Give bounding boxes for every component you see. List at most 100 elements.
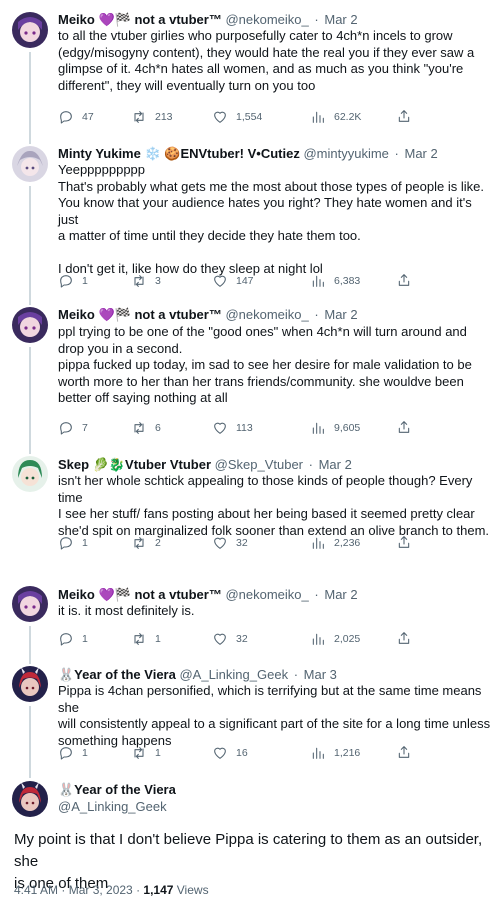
heart-icon [214,111,226,123]
retweet-icon [134,747,144,759]
tweet-header: Minty Yukime ❄️ 🍪ENVtuber! V•Cutiez @min… [58,146,438,161]
avatar[interactable] [12,12,48,48]
tweet-date[interactable]: Mar 3 [304,667,337,682]
tweet-text: ppl trying to be one of the "good ones" … [58,324,472,405]
views-button[interactable]: 6,383 [310,272,360,290]
retweet-button[interactable]: 1 [131,744,161,762]
tweet-timestamp[interactable]: 4:41 AM · Mar 3, 2023 · [14,883,143,897]
retweet-button[interactable]: 1 [131,630,161,648]
thread-line [29,706,31,770]
tweet-0[interactable]: Meiko 💜🏁 not a vtuber™ @nekomeiko_ · Mar… [0,0,499,140]
tweet-date[interactable]: Mar 2 [319,457,352,472]
thread-line [29,186,31,300]
tweet-header: Meiko 💜🏁 not a vtuber™ @nekomeiko_ · Mar… [58,587,358,602]
share-button[interactable] [396,630,412,646]
views-chart-icon [312,422,324,434]
heart-icon [214,747,226,759]
reply-icon [60,633,72,646]
avatar[interactable] [12,781,48,817]
views-button[interactable]: 2,025 [310,630,360,648]
views-button[interactable]: 62.2K [310,108,361,126]
retweet-button[interactable]: 6 [131,419,161,437]
user-handle[interactable]: @nekomeiko_ [225,587,308,602]
reply-button[interactable]: 7 [58,419,88,437]
share-icon [398,421,410,433]
user-handle[interactable]: @Skep_Vtuber [215,457,303,472]
avatar[interactable] [12,307,48,343]
share-button[interactable] [396,419,412,435]
like-button[interactable]: 32 [212,630,248,648]
reply-icon [60,422,72,435]
heart-icon [214,275,226,287]
thread-line [29,626,31,660]
tweet-header: Skep 🥬🐉Vtuber Vtuber @Skep_Vtuber · Mar … [58,457,352,472]
action-bar: 7 6 113 9,605 [58,419,418,437]
views-chart-icon [312,537,324,549]
like-button[interactable]: 16 [212,744,248,762]
views-count: 1,147 [143,883,174,897]
user-handle[interactable]: @A_Linking_Geek [58,798,167,816]
retweet-button[interactable]: 213 [131,108,173,126]
thread-line [29,140,31,144]
share-icon [398,274,410,286]
display-name[interactable]: Meiko 💜🏁 not a vtuber™ [58,587,222,602]
reply-button[interactable]: 1 [58,272,88,290]
thread-line [29,347,31,450]
like-button[interactable]: 113 [212,419,253,437]
display-name[interactable]: Meiko 💜🏁 not a vtuber™ [58,307,222,322]
display-name[interactable]: Minty Yukime ❄️ 🍪ENVtuber! V•Cutiez [58,146,300,161]
tweet-date[interactable]: Mar 2 [324,12,357,27]
action-bar: 1 1 32 2,025 [58,630,418,648]
action-bar: 47 213 1,554 62.2K [58,108,418,126]
avatar[interactable] [12,146,48,182]
tweet-date[interactable]: Mar 2 [324,307,357,322]
tweet-header: 🐰Year of the Viera @A_Linking_Geek · Mar… [58,667,337,682]
reply-button[interactable]: 1 [58,534,88,552]
avatar[interactable] [12,456,48,492]
retweet-button[interactable]: 2 [131,534,161,552]
like-button[interactable]: 1,554 [212,108,262,126]
views-button[interactable]: 9,605 [310,419,360,437]
display-name[interactable]: 🐰Year of the Viera [58,781,176,799]
tweet-4[interactable]: Meiko 💜🏁 not a vtuber™ @nekomeiko_ · Mar… [0,580,499,660]
share-button[interactable] [396,534,412,550]
views-chart-icon [312,747,324,759]
tweet-text: to all the vtuber girlies who purposeful… [58,28,475,93]
views-chart-icon [312,111,324,123]
tweet-metadata: 4:41 AM · Mar 3, 2023 · 1,147 Views [14,882,209,898]
user-handle[interactable]: @nekomeiko_ [225,307,308,322]
share-button[interactable] [396,272,412,288]
reply-icon [60,275,72,288]
share-icon [398,632,410,644]
retweet-icon [134,422,144,434]
user-handle[interactable]: @mintyyukime [303,146,388,161]
reply-button[interactable]: 1 [58,630,88,648]
avatar[interactable] [12,666,48,702]
share-button[interactable] [396,108,412,124]
thread-line [29,660,31,664]
views-button[interactable]: 1,216 [310,744,360,762]
like-button[interactable]: 147 [212,272,254,290]
share-button[interactable] [396,744,412,760]
thread-line [29,770,31,778]
reply-button[interactable]: 1 [58,744,88,762]
tweet-date[interactable]: Mar 2 [405,146,438,161]
tweet-date[interactable]: Mar 2 [324,587,357,602]
heart-icon [214,537,226,549]
share-icon [398,110,410,122]
like-button[interactable]: 32 [212,534,248,552]
user-handle[interactable]: @nekomeiko_ [225,12,308,27]
tweet-2[interactable]: Meiko 💜🏁 not a vtuber™ @nekomeiko_ · Mar… [0,300,499,450]
tweet-3[interactable]: Skep 🥬🐉Vtuber Vtuber @Skep_Vtuber · Mar … [0,450,499,580]
display-name[interactable]: Skep 🥬🐉Vtuber Vtuber [58,457,211,472]
action-bar: 1 2 32 2,236 [58,534,418,552]
retweet-button[interactable]: 3 [131,272,161,290]
avatar[interactable] [12,586,48,622]
tweet-1[interactable]: Minty Yukime ❄️ 🍪ENVtuber! V•Cutiez @min… [0,140,499,300]
display-name[interactable]: Meiko 💜🏁 not a vtuber™ [58,12,222,27]
reply-button[interactable]: 47 [58,108,94,126]
tweet-5[interactable]: 🐰Year of the Viera @A_Linking_Geek · Mar… [0,660,499,770]
display-name[interactable]: 🐰Year of the Viera [58,667,176,682]
views-button[interactable]: 2,236 [310,534,360,552]
user-handle[interactable]: @A_Linking_Geek [179,667,288,682]
